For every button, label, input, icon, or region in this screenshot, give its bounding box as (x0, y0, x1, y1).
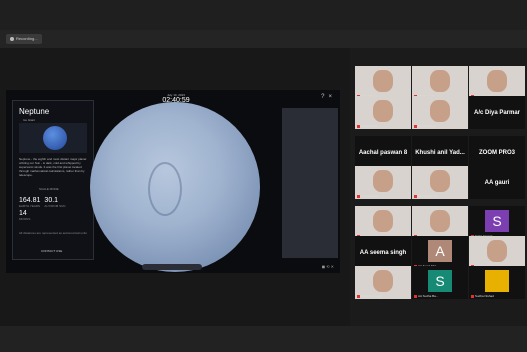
video-feed (373, 170, 393, 192)
participant-tile[interactable]: ZOOM PRO3 (469, 136, 525, 169)
stat-value: 30.1 (44, 197, 59, 204)
muted-mic-icon (414, 194, 417, 198)
participant-tile[interactable]: Anjali Gupta (355, 96, 411, 129)
screen-share[interactable]: Neptune Ice Giant Neptune - the eighth a… (6, 90, 340, 273)
timeline-slider[interactable] (142, 264, 202, 270)
stat-label: EARTH YEARS (19, 204, 41, 208)
planet-subtitle: Ice Giant (23, 118, 36, 122)
video-feed (430, 100, 450, 122)
stat-label: AU FROM SUN (44, 204, 66, 208)
planet-stats: 164.81 EARTH YEARS 30.1 AU FROM SUN 14 MOON… (19, 197, 89, 223)
muted-mic-icon (414, 124, 417, 128)
neptune-thumb-icon (43, 126, 67, 150)
participant-name-text: Anjali Gupta (361, 124, 378, 128)
participant-name: Pratiksha Singh (357, 294, 382, 298)
participant-tile[interactable]: Pratiksha Singh (355, 266, 411, 299)
participant-tile[interactable]: Sudha Nishad (469, 266, 525, 299)
participant-name-text: AA Devanshi (361, 194, 379, 198)
top-bar (0, 0, 527, 30)
stat-value: 164.81 (19, 197, 41, 204)
participant-name-display: Aachal paswan 8 (358, 149, 408, 156)
participant-name-text: DCC Bhavya (418, 124, 436, 128)
bottom-toolbar (0, 326, 527, 352)
participant-tile[interactable]: AA Devanshi (355, 166, 411, 199)
avatar-letter: S (485, 210, 509, 232)
participant-tile[interactable]: Khushi anil Yad... (412, 136, 468, 169)
participant-tile[interactable]: AAA Angel Sha... (412, 236, 468, 269)
scale-mode-label[interactable]: SCALE MODE (39, 187, 59, 191)
participant-tile[interactable]: AA Shubhi Sin... (412, 166, 468, 199)
muted-mic-icon (414, 294, 417, 298)
planet-description: Neptune - the eighth and most distant ma… (19, 157, 87, 177)
participant-name-text: Sudha Nishad (475, 294, 494, 298)
participant-name-display: AA seema singh (359, 249, 407, 256)
record-icon (10, 37, 14, 41)
side-panel (282, 108, 338, 258)
participant-tile[interactable]: AA Sanchita (469, 236, 525, 269)
participant-name-text: Pratiksha Singh (361, 294, 383, 298)
muted-mic-icon (471, 294, 474, 298)
participant-name-text: AA Shubhi Sin... (418, 194, 440, 198)
close-icon[interactable]: × (328, 94, 332, 100)
participant-tile[interactable]: D.R. Jaiswal (469, 66, 525, 99)
video-feed (373, 210, 393, 232)
video-feed (430, 210, 450, 232)
avatar-color (485, 270, 509, 292)
participant-name: AA Devanshi (357, 194, 378, 198)
participant-name-display: ZOOM PRO3 (478, 149, 515, 156)
recording-indicator[interactable]: Recording... (6, 34, 42, 44)
bottom-controls[interactable]: ◼ ⟲ ✕ (322, 264, 334, 269)
participant-name: Anjali Gupta (357, 124, 377, 128)
neptune-planet[interactable] (90, 102, 260, 272)
video-feed (373, 270, 393, 292)
muted-mic-icon (357, 294, 360, 298)
planet-title: Neptune (19, 107, 50, 116)
participant-name-display: AA gauri (484, 179, 510, 186)
recording-bar: Recording... (0, 30, 527, 48)
participant-tile[interactable]: AA gauri (469, 166, 525, 199)
participant-tile[interactable]: Kavita Jaiswal (355, 206, 411, 239)
participant-tile[interactable]: AA Bhavika (412, 206, 468, 239)
participant-tile[interactable]: SSahil Jaiswal (469, 206, 525, 239)
info-footer: All distances are represented as astrono… (19, 231, 87, 235)
avatar-letter: A (428, 240, 452, 262)
video-feed (373, 100, 393, 122)
participant-name: DCC Bhavya (414, 124, 435, 128)
participant-name: AA Shubhi Sin... (414, 194, 440, 198)
participant-gallery: D.R. SharmaShreya GuruD.R. Jaiswal Anjali… (350, 60, 527, 302)
participant-tile[interactable]: D.R. Sharma (355, 66, 411, 99)
muted-mic-icon (357, 124, 360, 128)
participant-name: AA Sudha Ba... (414, 294, 438, 298)
participant-name-text: AA Sudha Ba... (418, 294, 439, 298)
contact-button[interactable]: CONTACT USE (41, 249, 62, 253)
participant-tile[interactable]: S AA Sudha Ba... (412, 266, 468, 299)
video-feed (487, 70, 507, 92)
muted-mic-icon (357, 194, 360, 198)
participant-name: Sudha Nishad (471, 294, 494, 298)
video-feed (487, 240, 507, 262)
stat-label: MOONS (19, 217, 31, 221)
help-icon[interactable]: ? (321, 94, 324, 100)
stat-value: 14 (19, 210, 27, 217)
participant-name-display: A/c Diya Parmar (473, 109, 521, 116)
planet-thumbnail (19, 123, 87, 153)
recording-label: Recording... (16, 36, 38, 41)
video-feed (430, 70, 450, 92)
participant-tile[interactable]: Aachal paswan 8 (355, 136, 411, 169)
participant-tile[interactable]: DCC Bhavya (412, 96, 468, 129)
share-bottom-bar: ◼ ⟲ ✕ (6, 263, 340, 273)
share-controls: ? × (321, 94, 332, 100)
video-feed (373, 70, 393, 92)
participant-tile[interactable]: A/c Diya Parmar (469, 96, 525, 129)
video-feed (430, 170, 450, 192)
avatar-letter: S (428, 270, 452, 292)
planet-info-panel: Neptune Ice Giant Neptune - the eighth a… (12, 100, 94, 260)
participant-tile[interactable]: Shreya Guru (412, 66, 468, 99)
participant-name-display: Khushi anil Yad... (415, 149, 465, 156)
participant-tile[interactable]: AA seema singh (355, 236, 411, 269)
